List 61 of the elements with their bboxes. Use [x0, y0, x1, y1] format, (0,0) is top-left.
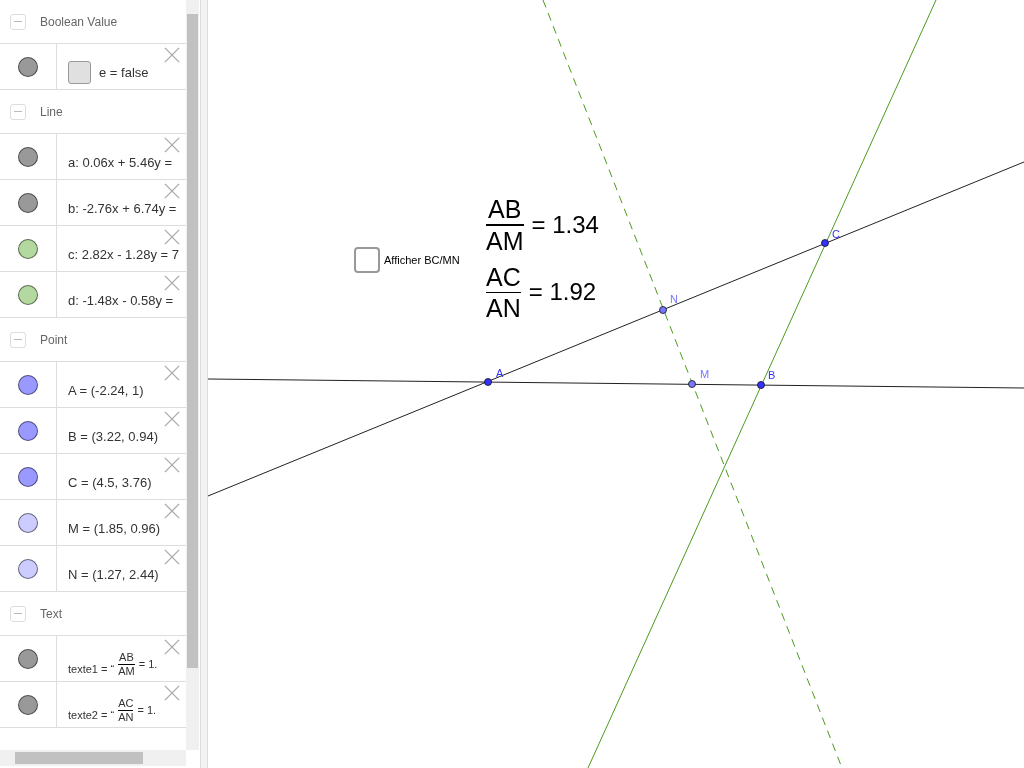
item-text: c: 2.82x - 1.28y = 7	[68, 245, 179, 264]
checkbox[interactable]	[354, 247, 380, 273]
item-text: b: -2.76x + 6.74y =	[68, 199, 177, 218]
item-text: M = (1.85, 0.96)	[68, 519, 161, 538]
delete-icon[interactable]	[164, 275, 180, 291]
item-text: A = (-2.24, 1)	[68, 381, 144, 400]
point-label: C	[832, 228, 840, 240]
delete-icon[interactable]	[164, 503, 180, 519]
point-label: A	[496, 367, 504, 379]
numerator: AB	[119, 651, 134, 664]
point[interactable]	[821, 239, 829, 247]
item-text: a: 0.06x + 5.46y =	[68, 153, 173, 172]
delete-icon[interactable]	[164, 549, 180, 565]
scrollbar-thumb[interactable]	[187, 14, 198, 668]
section-title: Point	[40, 331, 68, 349]
item-text: e = false	[99, 63, 149, 82]
delete-icon[interactable]	[164, 685, 180, 701]
checkbox-label: Afficher BC/MN	[384, 252, 460, 268]
point[interactable]	[484, 378, 492, 386]
delete-icon[interactable]	[164, 183, 180, 199]
item-text: = 1.	[138, 657, 158, 673]
ratio-value: = 1.34	[531, 209, 599, 240]
ratio-value: = 1.92	[528, 277, 597, 308]
delete-icon[interactable]	[164, 639, 180, 655]
numerator: AC	[118, 697, 134, 710]
scrollbar-thumb[interactable]	[15, 752, 143, 764]
denominator: AM	[118, 665, 135, 678]
denominator: AN	[486, 293, 521, 323]
denominator: AN	[118, 711, 134, 724]
delete-icon[interactable]	[164, 137, 180, 153]
vertical-scrollbar[interactable]	[186, 0, 199, 750]
delete-icon[interactable]	[164, 229, 180, 245]
item-text: d: -1.48x - 0.58y =	[68, 291, 174, 310]
point-label: N	[670, 293, 678, 305]
numerator: AB	[488, 194, 522, 224]
item-text: C = (4.5, 3.76)	[68, 473, 152, 492]
numerator: AC	[486, 261, 521, 292]
point[interactable]	[688, 380, 696, 388]
item-text: N = (1.27, 2.44)	[68, 565, 159, 584]
point[interactable]	[659, 306, 667, 314]
delete-icon[interactable]	[164, 365, 180, 381]
item-text: texte2 = “	[68, 708, 115, 724]
section-title: Boolean Value	[40, 13, 118, 31]
horizontal-scrollbar[interactable]	[0, 750, 186, 766]
collapse-toggle[interactable]	[10, 331, 26, 348]
item-text: = 1.	[137, 703, 157, 719]
point-label: B	[768, 369, 776, 381]
collapse-toggle[interactable]	[10, 103, 26, 120]
checkbox[interactable]	[68, 61, 91, 84]
point[interactable]	[757, 381, 765, 389]
delete-icon[interactable]	[164, 47, 180, 63]
denominator: AM	[486, 225, 524, 256]
point-label: M	[700, 368, 710, 380]
collapse-toggle[interactable]	[10, 13, 26, 30]
section-title: Line	[40, 103, 63, 121]
item-text: texte1 = “	[68, 662, 115, 678]
item-text: B = (3.22, 0.94)	[68, 427, 158, 446]
delete-icon[interactable]	[164, 457, 180, 473]
section-title: Text	[40, 605, 62, 623]
collapse-toggle[interactable]	[10, 605, 26, 622]
delete-icon[interactable]	[164, 411, 180, 427]
